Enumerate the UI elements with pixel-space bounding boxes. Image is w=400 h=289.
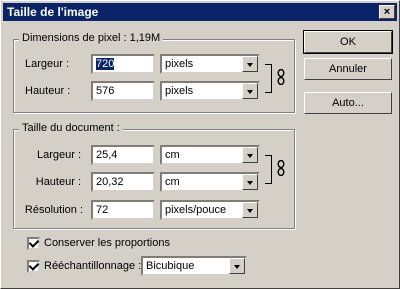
dialog-title: Taille de l'image [7, 5, 99, 19]
chain-link-icon [277, 69, 285, 85]
chevron-down-icon[interactable] [242, 174, 258, 190]
pixel-height-label: Hauteur : [25, 85, 71, 97]
pixel-width-unit-value: pixels [165, 58, 194, 70]
pixel-dimensions-legend: Dimensions de pixel : 1,19M [19, 32, 164, 44]
resample-method-value: Bicubique [146, 260, 195, 272]
pixel-height-value: 576 [96, 85, 115, 97]
constrain-proportions-label[interactable]: Conserver les proportions [44, 237, 170, 249]
pixel-dimensions-size: 1,19M [129, 32, 161, 44]
auto-button[interactable]: Auto... [304, 92, 392, 114]
close-button[interactable]: × [379, 5, 395, 19]
doc-height-unit-select[interactable]: cm [160, 172, 260, 192]
chain-link-icon [277, 160, 285, 176]
doc-height-value: 20,32 [96, 176, 124, 188]
pixel-dimensions-label: Dimensions de pixel : [22, 32, 127, 44]
pixel-width-input[interactable]: 720 [91, 54, 155, 74]
image-size-dialog: Taille de l'image × Dimensions de pixel … [0, 0, 400, 289]
resolution-unit-select[interactable]: pixels/pouce [160, 200, 260, 220]
resample-method-select[interactable]: Bicubique [141, 256, 247, 276]
resample-label[interactable]: Rééchantillonnage : [44, 260, 141, 272]
pixel-height-input[interactable]: 576 [91, 81, 155, 101]
doc-width-input[interactable]: 25,4 [91, 145, 155, 165]
constrain-bracket [265, 64, 272, 93]
ok-button[interactable]: OK [303, 30, 393, 54]
doc-height-input[interactable]: 20,32 [91, 172, 155, 192]
pixel-width-value: 720 [96, 58, 115, 70]
doc-width-unit-value: cm [165, 149, 180, 161]
pixel-width-unit-select[interactable]: pixels [160, 54, 260, 74]
chevron-down-icon[interactable] [242, 83, 258, 99]
chevron-down-icon[interactable] [242, 202, 258, 218]
resolution-label: Résolution : [24, 204, 83, 216]
doc-width-unit-select[interactable]: cm [160, 145, 260, 165]
chevron-down-icon[interactable] [242, 56, 258, 72]
doc-height-label: Hauteur : [35, 176, 81, 188]
pixel-width-label: Largeur : [25, 58, 70, 70]
resolution-unit-value: pixels/pouce [165, 204, 227, 216]
document-size-legend: Taille du document : [19, 122, 123, 134]
resolution-value: 72 [96, 204, 109, 216]
resolution-input[interactable]: 72 [91, 200, 155, 220]
pixel-height-unit-value: pixels [165, 85, 194, 97]
doc-width-label: Largeur : [36, 149, 81, 161]
cancel-button[interactable]: Annuler [304, 58, 392, 80]
doc-height-unit-value: cm [165, 176, 180, 188]
doc-constrain-bracket [265, 155, 272, 184]
constrain-proportions-checkbox[interactable] [27, 237, 40, 250]
title-bar[interactable]: Taille de l'image × [3, 3, 397, 21]
doc-width-value: 25,4 [96, 149, 118, 161]
pixel-height-unit-select[interactable]: pixels [160, 81, 260, 101]
pixel-dimensions-group [13, 39, 295, 113]
chevron-down-icon[interactable] [242, 147, 258, 163]
resample-checkbox[interactable] [27, 260, 40, 273]
chevron-down-icon[interactable] [229, 258, 245, 274]
